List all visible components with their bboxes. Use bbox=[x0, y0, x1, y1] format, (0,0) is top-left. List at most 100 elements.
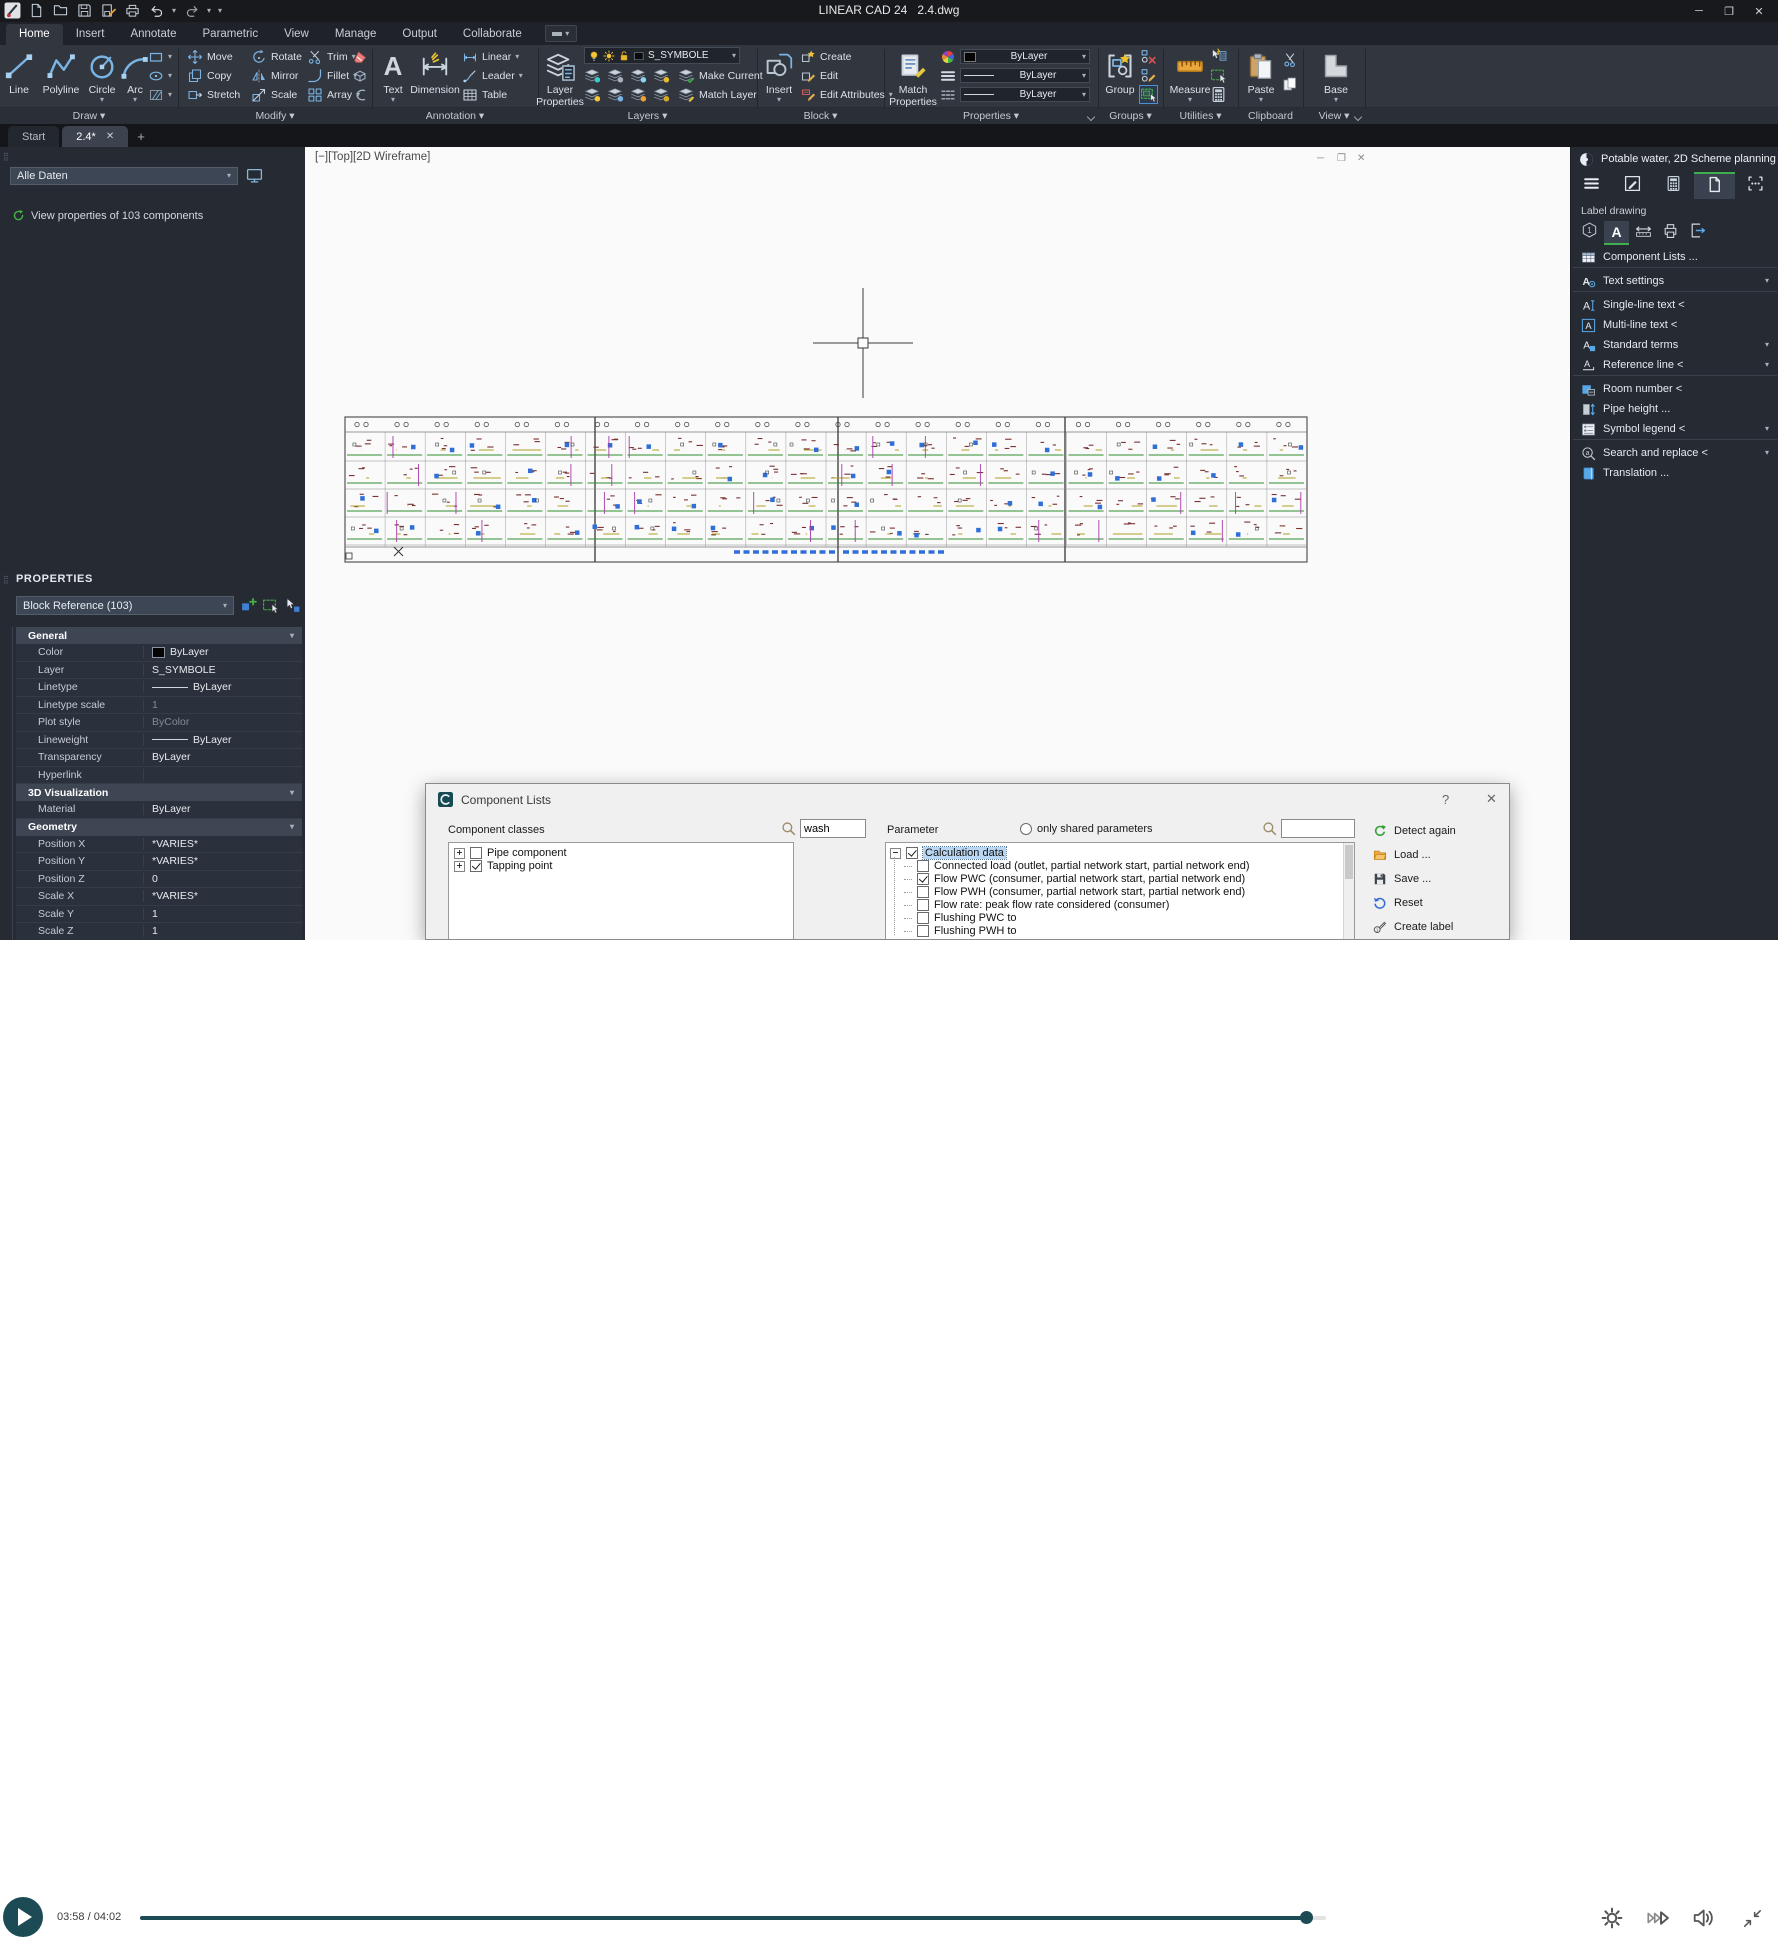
base-view-button[interactable]: Base ▾ bbox=[1316, 48, 1356, 104]
ribbon-group-label-utilities[interactable]: Utilities ▾ bbox=[1163, 110, 1238, 122]
modify-move-button[interactable]: Move bbox=[187, 48, 233, 65]
modify-mirror-button[interactable]: Mirror bbox=[251, 67, 298, 84]
action-detect-again[interactable]: Detect again bbox=[1373, 824, 1456, 838]
make-current-button[interactable]: Make Current bbox=[678, 67, 763, 84]
expander-icon[interactable] bbox=[454, 860, 465, 872]
property-row[interactable]: Layer S_SYMBOLE bbox=[16, 661, 302, 679]
panel-item-single-line-text[interactable]: A Single-line text < bbox=[1571, 295, 1778, 315]
panel-display-icon[interactable] bbox=[246, 167, 263, 189]
menu-tab-home[interactable]: Home bbox=[6, 24, 63, 45]
ribbon-group-label-view[interactable]: View ▾ bbox=[1303, 110, 1365, 122]
app-logo-icon[interactable] bbox=[4, 2, 21, 19]
dialog-close-icon[interactable]: ✕ bbox=[1486, 791, 1497, 807]
group-button[interactable]: Group bbox=[1102, 48, 1138, 96]
panel-item-text-settings[interactable]: A Text settings ▾ bbox=[1571, 271, 1778, 291]
toggle-pickadd-icon[interactable] bbox=[240, 597, 257, 619]
match-properties-button[interactable]: Match Properties bbox=[889, 48, 937, 108]
progress-knob[interactable] bbox=[1299, 1911, 1313, 1924]
redo-icon[interactable] bbox=[183, 2, 200, 19]
classes-search-input[interactable] bbox=[800, 819, 866, 838]
properties-palette-grip[interactable]: ⣿ bbox=[3, 576, 10, 584]
ribbon-group-label-clipboard[interactable]: Clipboard bbox=[1238, 110, 1303, 122]
shared-params-option[interactable]: only shared parameters bbox=[1020, 823, 1153, 835]
save-icon[interactable] bbox=[76, 2, 93, 19]
draw-polyline-button[interactable]: Polyline bbox=[38, 48, 84, 96]
redo-menu-caret[interactable]: ▾ bbox=[207, 6, 211, 15]
ribbon-group-label-block[interactable]: Block ▾ bbox=[757, 110, 884, 122]
panel-grip[interactable]: ⣿ bbox=[3, 153, 10, 161]
action-create-label[interactable]: 1 Create label bbox=[1373, 920, 1453, 934]
param-search-input[interactable] bbox=[1281, 819, 1355, 838]
ribbon-group-label-properties[interactable]: Properties ▾ bbox=[884, 110, 1098, 122]
param-tree-item[interactable]: Flushing PWH to bbox=[904, 925, 1017, 937]
annotation-table-button[interactable]: Table bbox=[462, 86, 507, 103]
draw-arc-button[interactable]: Arc ▾ bbox=[121, 48, 148, 104]
insert-block-button[interactable]: Insert ▾ bbox=[762, 48, 796, 104]
property-row[interactable]: Scale Z1 bbox=[16, 923, 302, 941]
lineweight-icon[interactable] bbox=[940, 67, 956, 84]
property-row[interactable]: Scale Y1 bbox=[16, 905, 302, 923]
menu-tab-collaborate[interactable]: Collaborate bbox=[450, 24, 535, 45]
block-create-button[interactable]: Create bbox=[800, 48, 852, 65]
status-line[interactable]: View properties of 103 components bbox=[12, 209, 203, 222]
block-edit-attributes-button[interactable]: Edit Attributes ▾ bbox=[800, 86, 893, 103]
panel-item-multi-line-text[interactable]: A Multi-line text < bbox=[1571, 315, 1778, 335]
property-row[interactable]: Plot style ByColor bbox=[16, 714, 302, 732]
class-tree-item[interactable]: Tapping point bbox=[454, 860, 552, 872]
ellipse-tool[interactable]: ▾ bbox=[148, 67, 172, 84]
expander-icon[interactable] bbox=[454, 847, 465, 859]
layer-state-icon-3[interactable] bbox=[653, 67, 670, 84]
measure-button[interactable]: Measure ▾ bbox=[1168, 48, 1212, 104]
section-header-3d-visualization[interactable]: 3D Visualization ▾ bbox=[16, 784, 302, 801]
property-row[interactable]: Lineweight ByLayer bbox=[16, 731, 302, 749]
class-tree-item[interactable]: Pipe component bbox=[454, 847, 567, 859]
param-tree-item[interactable]: Flow PWC (consumer, partial network star… bbox=[904, 873, 1245, 885]
quick-calculator-button[interactable] bbox=[1210, 86, 1227, 103]
undo-icon[interactable] bbox=[148, 2, 165, 19]
text-tools-icon[interactable]: A bbox=[1604, 221, 1629, 245]
draw-circle-button[interactable]: Circle ▾ bbox=[84, 48, 120, 104]
panel-item-standard-terms[interactable]: A Standard terms ▾ bbox=[1571, 335, 1778, 355]
checkbox[interactable] bbox=[470, 860, 482, 872]
shared-params-checkbox[interactable] bbox=[1020, 823, 1032, 835]
paste-button[interactable]: Paste ▾ bbox=[1244, 48, 1278, 104]
object-color-icon[interactable] bbox=[940, 48, 956, 65]
open-file-icon[interactable] bbox=[52, 2, 69, 19]
annotation-linear-button[interactable]: Linear ▾ bbox=[462, 48, 519, 65]
tab-calculate[interactable] bbox=[1653, 172, 1694, 199]
lineweight-dropdown[interactable]: ByLayer ▾ bbox=[960, 68, 1090, 83]
layer-state-icon-4[interactable] bbox=[584, 86, 601, 103]
copy-clip-button[interactable] bbox=[1282, 75, 1298, 92]
undo-menu-caret[interactable]: ▾ bbox=[172, 6, 176, 15]
modify-fillet-button[interactable]: Fillet ▾ bbox=[307, 67, 357, 84]
section-header-general[interactable]: General ▾ bbox=[16, 627, 302, 644]
panel-item-search-and-replace[interactable]: a Search and replace < ▾ bbox=[1571, 443, 1778, 463]
tab-more[interactable] bbox=[1735, 172, 1776, 199]
property-row[interactable]: Material ByLayer bbox=[16, 801, 302, 819]
section-header-geometry[interactable]: Geometry ▾ bbox=[16, 818, 302, 836]
ribbon-group-label-draw[interactable]: Draw ▾ bbox=[0, 110, 178, 122]
parameter-scrollbar[interactable] bbox=[1343, 843, 1354, 939]
play-button[interactable] bbox=[3, 1897, 43, 1937]
exit-fullscreen-icon[interactable] bbox=[1740, 1906, 1764, 1930]
layer-state-icon-6[interactable] bbox=[630, 86, 647, 103]
settings-gear-icon[interactable] bbox=[1600, 1906, 1624, 1930]
property-row[interactable]: Position Z0 bbox=[16, 870, 302, 888]
menu-tab-parametric[interactable]: Parametric bbox=[190, 24, 272, 45]
modify-copy-button[interactable]: Copy bbox=[187, 67, 232, 84]
param-tree-item[interactable]: Flushing PWC to bbox=[904, 912, 1017, 924]
match-layer-button[interactable]: Match Layer bbox=[678, 86, 757, 103]
checkbox[interactable] bbox=[917, 912, 929, 924]
menu-tab-output[interactable]: Output bbox=[389, 24, 450, 45]
modify-rotate-button[interactable]: Rotate bbox=[251, 48, 302, 65]
component-classes-list[interactable]: Pipe component Tapping point bbox=[448, 842, 794, 939]
property-row[interactable]: Position Y *VARIES* bbox=[16, 853, 302, 871]
text-button[interactable]: A Text ▾ bbox=[378, 48, 408, 104]
layer-state-icon-0[interactable] bbox=[584, 67, 601, 84]
checkbox[interactable] bbox=[917, 873, 929, 885]
layer-dropdown[interactable]: S_SYMBOLE ▾ bbox=[584, 47, 740, 64]
print-tools-icon[interactable] bbox=[1658, 221, 1683, 245]
property-row[interactable]: Hyperlink bbox=[16, 766, 302, 784]
group-edit-button[interactable] bbox=[1140, 67, 1157, 84]
ribbon-group-label-groups[interactable]: Groups ▾ bbox=[1098, 110, 1163, 122]
